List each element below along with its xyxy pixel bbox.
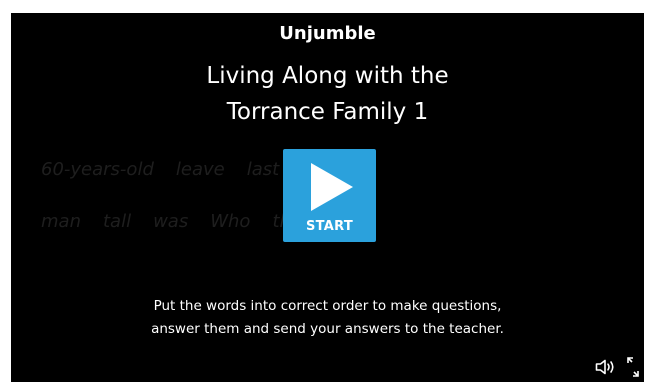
fullscreen-button[interactable] [626, 356, 640, 378]
activity-title-line-1: Living Along with the [206, 63, 449, 89]
word-tile: 60-years-old [41, 159, 154, 180]
word-tile: was [153, 211, 189, 232]
word-row: man tall was Who th [41, 211, 291, 237]
word-row: 60-years-old leave last [41, 159, 291, 185]
fullscreen-icon [627, 357, 639, 377]
instructions-text: Put the words into correct order to make… [11, 295, 644, 341]
word-tile: Who [210, 211, 251, 232]
instructions-line-1: Put the words into correct order to make… [153, 298, 502, 314]
speaker-icon [595, 359, 614, 375]
start-button[interactable]: START [283, 149, 376, 242]
activity-type-label: Unjumble [279, 23, 376, 44]
word-tile: man [41, 211, 81, 232]
word-tile: tall [102, 211, 132, 232]
background-word-tiles: 60-years-old leave last man tall was Who… [41, 159, 291, 237]
activity-title-line-2: Torrance Family 1 [226, 99, 429, 125]
instructions-line-2: answer them and send your answers to the… [151, 321, 504, 337]
activity-player: Unjumble Living Along with the Torrance … [11, 13, 644, 382]
word-tile: last [246, 159, 280, 180]
start-button-label: START [305, 219, 354, 234]
play-icon [311, 163, 353, 211]
sound-toggle-button[interactable] [595, 359, 617, 375]
word-tile: leave [175, 159, 225, 180]
activity-title: Living Along with the Torrance Family 1 [11, 58, 644, 130]
